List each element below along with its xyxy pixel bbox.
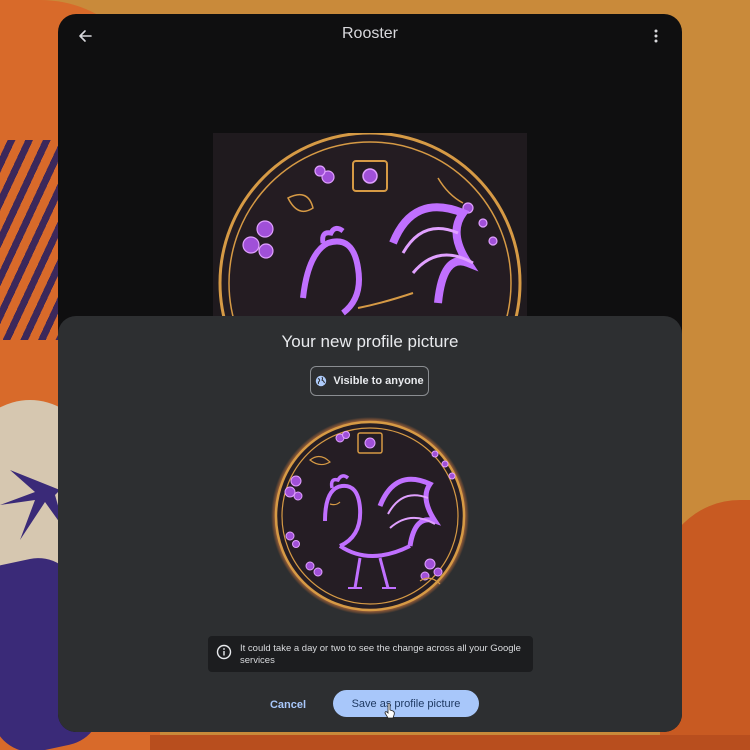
dialog-title: Your new profile picture [281, 332, 459, 351]
more-options-button[interactable] [646, 24, 666, 48]
notice-text: It could take a day or two to see the ch… [240, 643, 521, 666]
app-window: Rooster Your new profile picture Visible… [58, 14, 682, 732]
page-title: Rooster [341, 25, 399, 42]
cancel-button[interactable]: Cancel [258, 692, 318, 718]
wallpaper-shape [150, 735, 750, 750]
mouse-cursor-icon [384, 703, 395, 719]
save-profile-picture-button[interactable]: Save as profile picture [333, 690, 479, 717]
rooster-avatar [271, 417, 469, 615]
info-icon [216, 644, 232, 660]
profile-picture-dialog: Your new profile picture Visible to anyo… [58, 316, 682, 732]
more-vert-icon [654, 29, 658, 43]
rooster-artwork-large [218, 133, 522, 333]
visibility-label: Visible to anyone [333, 375, 424, 387]
top-bar: Rooster [58, 14, 682, 58]
info-notice: It could take a day or two to see the ch… [208, 636, 533, 672]
visibility-chip[interactable]: Visible to anyone [310, 366, 429, 396]
image-preview [213, 133, 527, 333]
globe-icon [316, 375, 327, 387]
avatar-preview [270, 416, 470, 616]
